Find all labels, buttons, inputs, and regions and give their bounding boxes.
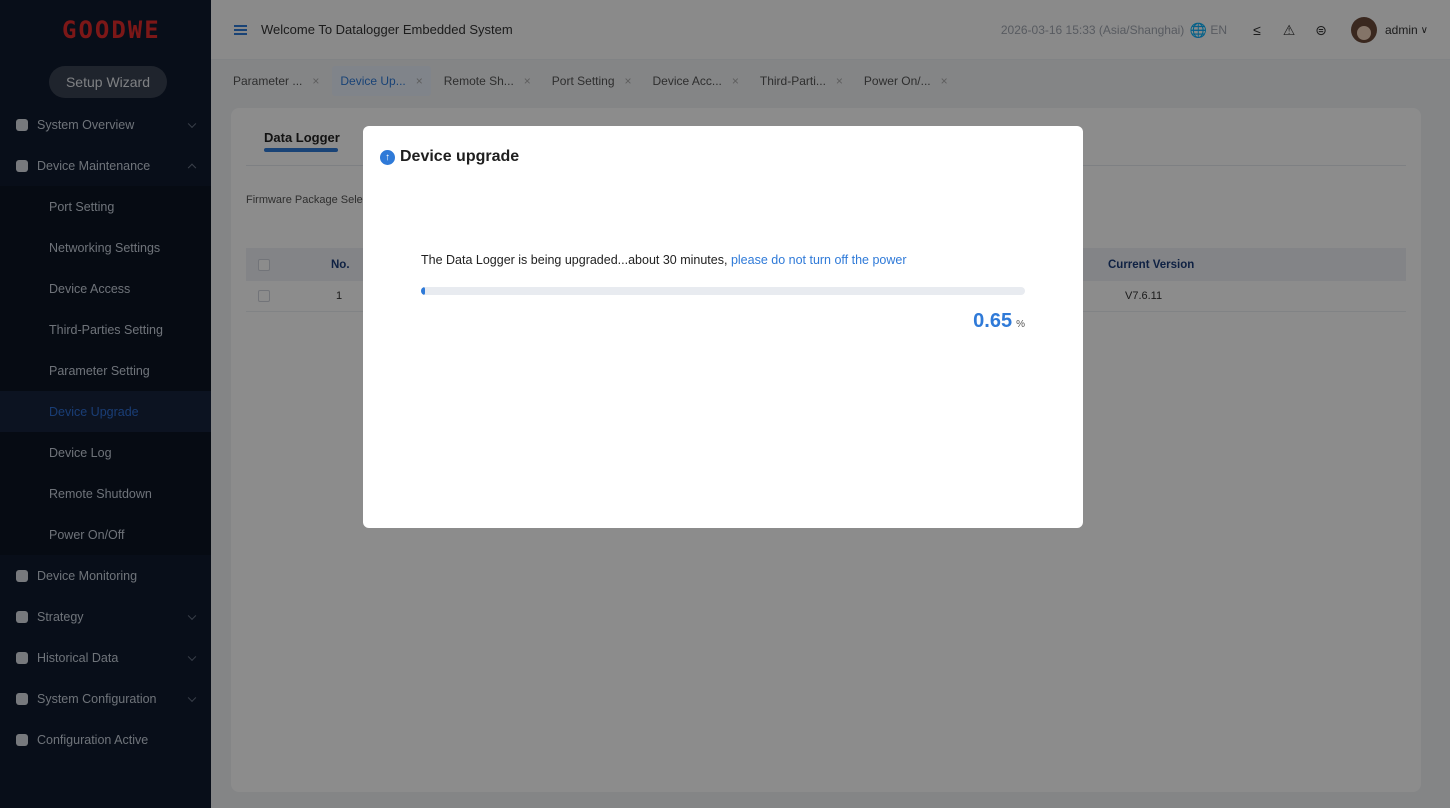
progress-bar bbox=[421, 287, 1025, 295]
device-upgrade-modal: ↑ Device upgrade The Data Logger is bein… bbox=[363, 126, 1083, 528]
progress-value: 0.65 bbox=[973, 310, 1013, 332]
upgrade-message: The Data Logger is being upgraded...abou… bbox=[421, 253, 907, 267]
power-warning: please do not turn off the power bbox=[730, 253, 907, 267]
upload-icon: ↑ bbox=[380, 149, 395, 165]
upgrade-message-text: The Data Logger is being upgraded...abou… bbox=[421, 253, 731, 267]
percent-unit: % bbox=[1016, 319, 1025, 330]
progress-fill bbox=[421, 287, 425, 295]
modal-title: ↑ Device upgrade bbox=[380, 148, 519, 166]
modal-title-text: Device upgrade bbox=[400, 148, 520, 165]
progress-percent: 0.65 % bbox=[973, 310, 1025, 333]
